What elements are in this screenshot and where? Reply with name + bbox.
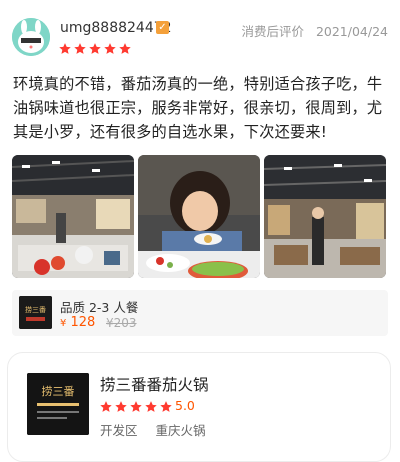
child-eating-photo[interactable] bbox=[138, 155, 260, 278]
star-icon bbox=[160, 401, 172, 412]
deal-price-value: 128 bbox=[70, 315, 96, 330]
star-icon bbox=[104, 43, 116, 54]
dining-hall-photo[interactable] bbox=[264, 155, 386, 278]
star-icon bbox=[89, 43, 101, 54]
deal-currency: ¥ bbox=[60, 318, 67, 329]
deal-card[interactable]: 捞三番 品质 2-3 人餐 ¥ 128 ¥203 bbox=[12, 290, 388, 336]
shop-district: 开发区 bbox=[100, 423, 138, 438]
shop-name[interactable]: 捞三番番茄火锅 bbox=[100, 373, 209, 395]
star-icon bbox=[74, 43, 86, 54]
review-photos bbox=[12, 155, 386, 278]
vip-badge-icon: ✓ bbox=[156, 21, 169, 34]
star-icon bbox=[130, 401, 142, 412]
star-icon bbox=[119, 43, 131, 54]
review-rating bbox=[58, 42, 132, 56]
username[interactable]: umg888824472 bbox=[60, 20, 172, 36]
deal-thumb-text: 捞三番 bbox=[25, 305, 46, 314]
shop-category: 重庆火锅 bbox=[155, 423, 206, 438]
restaurant-interior-photo[interactable] bbox=[12, 155, 134, 278]
star-icon bbox=[100, 401, 112, 412]
shop-info: 开发区 重庆火锅 bbox=[100, 420, 206, 439]
deal-price: ¥ 128 bbox=[60, 315, 95, 330]
star-icon bbox=[59, 43, 71, 54]
review-meta-label: 消费后评价 bbox=[241, 24, 304, 39]
review-meta: 消费后评价 2021/04/24 bbox=[241, 21, 388, 40]
review-card: umg888824472 ✓ 消费后评价 2021/04/24 环境真的不错，番… bbox=[0, 0, 400, 340]
shop-logo-text: 捞三番 bbox=[42, 385, 75, 398]
deal-original-price: ¥203 bbox=[106, 316, 137, 330]
shop-score: 5.0 bbox=[175, 398, 195, 413]
star-icon bbox=[115, 401, 127, 412]
review-date: 2021/04/24 bbox=[315, 24, 388, 39]
shop-rating bbox=[99, 400, 173, 414]
deal-title: 品质 2-3 人餐 bbox=[60, 300, 139, 315]
shop-logo: 捞三番 bbox=[27, 373, 89, 435]
user-avatar[interactable] bbox=[12, 18, 50, 56]
star-icon bbox=[145, 401, 157, 412]
shop-card[interactable]: 捞三番 捞三番番茄火锅 5.0 开发区 重庆火锅 bbox=[7, 352, 391, 462]
review-text: 环境真的不错，番茄汤真的一绝，特别适合孩子吃，牛油锅味道也很正宗，服务非常好，很… bbox=[13, 75, 383, 141]
deal-thumbnail: 捞三番 bbox=[19, 296, 52, 329]
